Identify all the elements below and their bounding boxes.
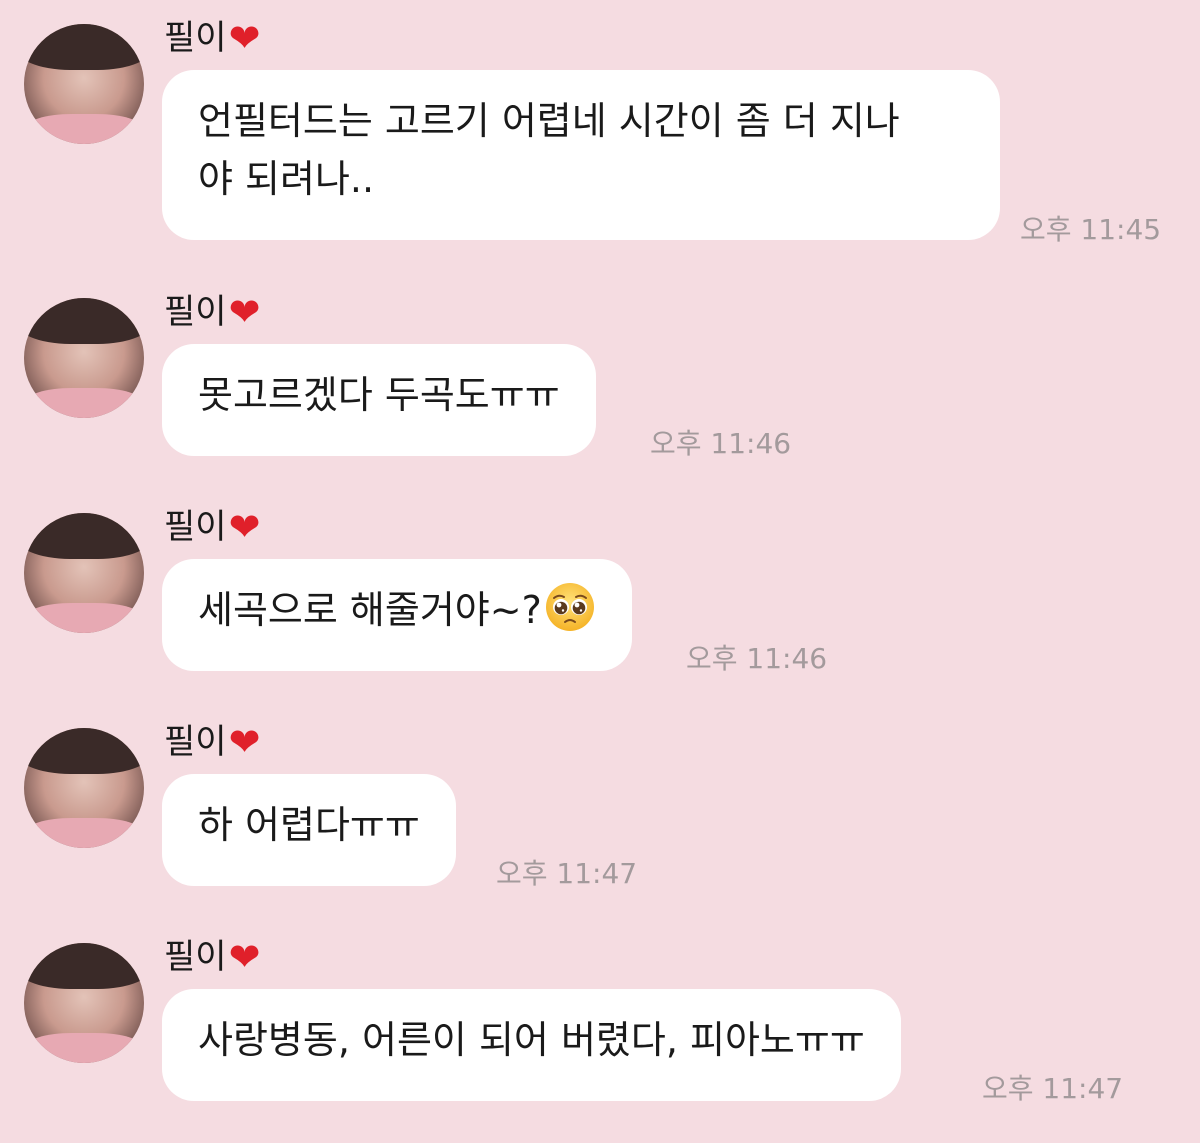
sender-name: 필이 ❤ xyxy=(164,292,260,332)
message-text-line: 못고르겠다 두곡도ㅠㅠ xyxy=(198,373,560,417)
avatar[interactable] xyxy=(24,513,144,633)
timestamp: 오후 11:46 xyxy=(650,427,792,460)
avatar[interactable] xyxy=(24,298,144,418)
message-bubble[interactable]: 사랑병동, 어른이 되어 버렸다, 피아노ㅠㅠ xyxy=(162,989,901,1101)
sender-name: 필이 ❤ xyxy=(164,18,260,58)
message-bubble[interactable]: 세곡으로 해줄거야~? xyxy=(162,559,632,671)
sender-name: 필이 ❤ xyxy=(164,507,260,547)
message-bubble[interactable]: 못고르겠다 두곡도ㅠㅠ xyxy=(162,344,596,456)
avatar[interactable] xyxy=(24,728,144,848)
message-2: 필이 ❤ 못고르겠다 두곡도ㅠㅠ 오후 11:46 xyxy=(0,292,1200,498)
sender-name-text: 필이 xyxy=(164,18,227,58)
sender-name: 필이 ❤ xyxy=(164,937,260,977)
sender-name-text: 필이 xyxy=(164,507,227,547)
message-text-line: 언필터드는 고르기 어렵네 시간이 좀 더 지나 xyxy=(198,99,900,143)
avatar[interactable] xyxy=(24,24,144,144)
timestamp: 오후 11:47 xyxy=(982,1072,1124,1105)
heart-icon: ❤ xyxy=(228,720,261,764)
heart-icon: ❤ xyxy=(228,935,261,979)
sender-name: 필이 ❤ xyxy=(164,722,260,762)
message-bubble[interactable]: 언필터드는 고르기 어렵네 시간이 좀 더 지나 야 되려나.. xyxy=(162,70,1000,240)
timestamp: 오후 11:46 xyxy=(686,642,828,675)
message-text-line: 야 되려나.. xyxy=(198,157,375,201)
message-5: 필이 ❤ 사랑병동, 어른이 되어 버렸다, 피아노ㅠㅠ 오후 11:47 xyxy=(0,937,1200,1143)
message-1: 필이 ❤ 언필터드는 고르기 어렵네 시간이 좀 더 지나 야 되려나.. 오후 … xyxy=(0,18,1200,246)
heart-icon: ❤ xyxy=(228,290,261,334)
heart-icon: ❤ xyxy=(228,16,261,60)
timestamp: 오후 11:45 xyxy=(1020,213,1162,246)
timestamp: 오후 11:47 xyxy=(496,857,638,890)
message-3: 필이 ❤ 세곡으로 해줄거야~? 오후 11:46 xyxy=(0,507,1200,713)
avatar[interactable] xyxy=(24,943,144,1063)
heart-icon: ❤ xyxy=(228,505,261,549)
pleading-face-icon xyxy=(545,583,594,631)
message-text-line: 사랑병동, 어른이 되어 버렸다, 피아노ㅠㅠ xyxy=(198,1018,865,1062)
message-4: 필이 ❤ 하 어렵다ㅠㅠ 오후 11:47 xyxy=(0,722,1200,928)
message-text-line: 하 어렵다ㅠㅠ xyxy=(198,803,420,847)
message-bubble[interactable]: 하 어렵다ㅠㅠ xyxy=(162,774,456,886)
sender-name-text: 필이 xyxy=(164,937,227,977)
sender-name-text: 필이 xyxy=(164,292,227,332)
sender-name-text: 필이 xyxy=(164,722,227,762)
message-text-line: 세곡으로 해줄거야~? xyxy=(198,588,542,632)
